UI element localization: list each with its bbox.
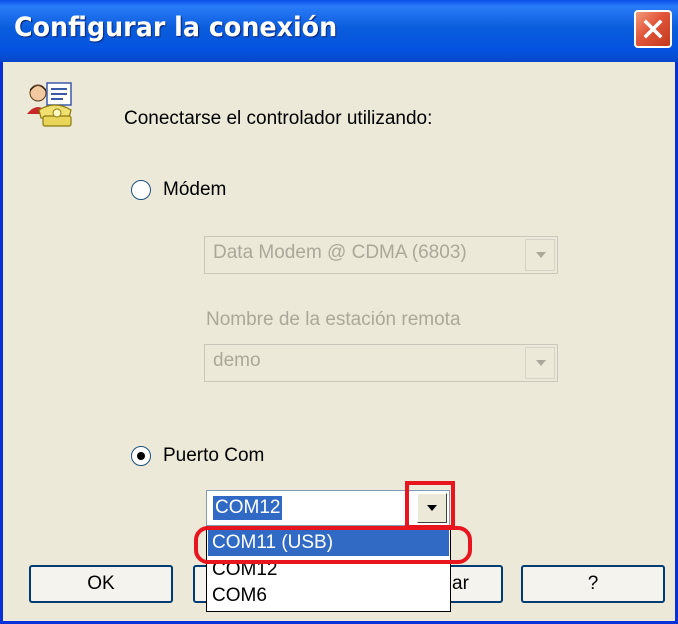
highlight-dropdown-arrow [405, 481, 455, 529]
intro-text: Conectarse el controlador utilizando: [124, 108, 433, 129]
com-port-option[interactable]: COM6 [208, 582, 449, 609]
help-button[interactable]: ? [521, 565, 665, 603]
station-name-value: demo [213, 350, 261, 371]
close-x-icon [643, 19, 663, 39]
chevron-down-icon [536, 252, 546, 258]
com-port-label[interactable]: Puerto Com [163, 445, 264, 467]
radio-selected-dot [137, 452, 145, 460]
close-button[interactable] [634, 10, 672, 48]
com-port-value: COM12 [213, 496, 283, 520]
dialog-title: Configurar la conexión [14, 12, 338, 43]
station-name-select[interactable]: demo [204, 344, 558, 382]
com-port-radio[interactable] [131, 446, 151, 466]
connection-phone-user-icon [27, 82, 72, 127]
modem-device-dropdown-button[interactable] [525, 239, 555, 271]
ok-button[interactable]: OK [29, 565, 173, 603]
connection-dialog: Configurar la conexión Conectarse el con… [0, 0, 678, 624]
chevron-down-icon [536, 360, 546, 366]
highlight-com11-option [194, 526, 472, 564]
station-name-dropdown-button[interactable] [525, 347, 555, 379]
modem-device-select[interactable]: Data Modem @ CDMA (6803) [204, 236, 558, 274]
modem-device-value: Data Modem @ CDMA (6803) [213, 242, 467, 263]
modem-label[interactable]: Módem [163, 179, 226, 201]
station-name-label: Nombre de la estación remota [206, 309, 461, 330]
modem-radio[interactable] [131, 180, 151, 200]
title-bar[interactable]: Configurar la conexión [0, 0, 678, 62]
cancel-button-label: ar [452, 573, 469, 594]
